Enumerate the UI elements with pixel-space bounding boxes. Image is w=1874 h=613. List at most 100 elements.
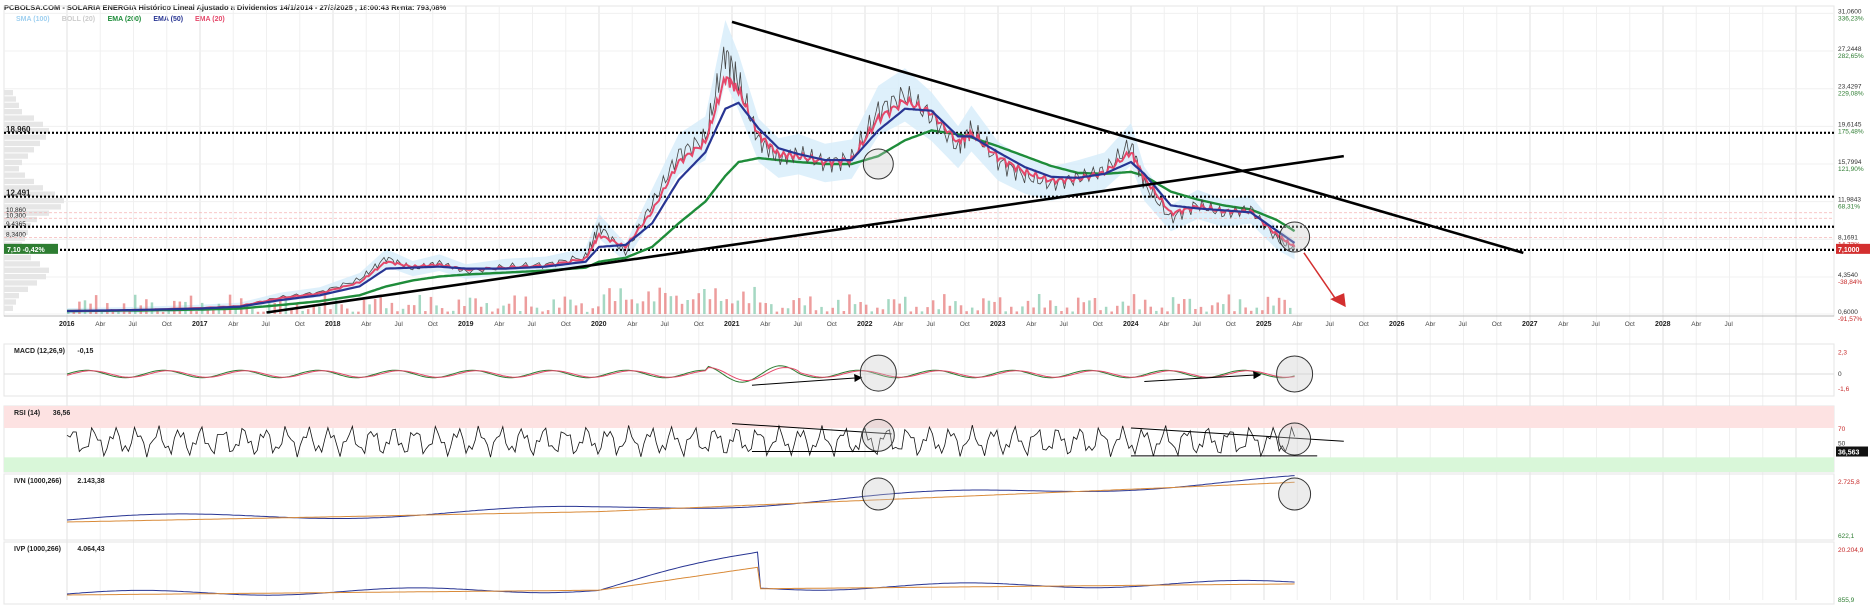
- volume-bar: [206, 310, 209, 314]
- volume-bar: [1110, 311, 1113, 314]
- volume-profile: [4, 90, 64, 311]
- chart-title: PCBOLSA.COM - SOLARIA ENERGIA Histórico …: [4, 3, 447, 12]
- volume-bar: [1149, 306, 1153, 314]
- ema20-line: [66, 75, 1296, 313]
- volume-bar: [401, 308, 405, 314]
- volume-bar: [468, 297, 472, 314]
- price-tick-label: 8,1691: [1838, 234, 1858, 241]
- volume-bar: [954, 301, 957, 314]
- month-label: Abr: [228, 321, 239, 328]
- volume-bar: [764, 303, 767, 314]
- volume-bar: [775, 311, 779, 314]
- volume-bar: [306, 309, 310, 314]
- volume-bar: [228, 294, 232, 314]
- volume-bar: [602, 294, 606, 314]
- volume-bar: [719, 300, 723, 314]
- volume-bar: [496, 308, 500, 314]
- ivp-tick-label: 855,9: [1838, 597, 1855, 604]
- volume-bar: [479, 306, 483, 314]
- volume-bar: [669, 296, 673, 314]
- volume-bar: [558, 307, 561, 314]
- volume-bar: [965, 311, 968, 314]
- highlight-circle: [1278, 477, 1312, 511]
- stock-chart[interactable]: PCBOLSA.COM - SOLARIA ENERGIA Histórico …: [0, 0, 1874, 608]
- highlight-circle: [861, 418, 895, 452]
- volume-bar: [552, 299, 555, 314]
- volume-bar: [887, 299, 890, 314]
- pct-tick-label: -91,57%: [1838, 316, 1862, 323]
- volume-bar: [809, 296, 812, 314]
- volume-bar: [697, 293, 701, 314]
- ivp-signal: [67, 566, 1295, 596]
- volume-bar: [1093, 297, 1097, 314]
- volume-bar: [881, 309, 885, 314]
- volume-bar: [1015, 311, 1019, 314]
- volume-bar: [608, 288, 611, 314]
- month-label: Jul: [1326, 321, 1335, 328]
- volume-bar: [970, 307, 974, 314]
- volume-bar: [1182, 299, 1186, 314]
- volume-bar: [758, 302, 762, 314]
- volume-bar: [742, 291, 745, 314]
- profile-bar: [4, 134, 46, 140]
- volume-bar: [530, 306, 533, 314]
- year-label: 2020: [591, 321, 607, 328]
- volume-bar: [251, 309, 254, 314]
- volume-bar: [145, 299, 148, 314]
- ivn-tick-label: 622,1: [1838, 533, 1855, 540]
- pct-tick-label: 336,23%: [1838, 15, 1864, 22]
- volume-bar: [1082, 302, 1086, 314]
- month-label: Jul: [395, 321, 404, 328]
- volume-bar: [636, 303, 639, 314]
- left-level-label: 18,960: [6, 125, 31, 134]
- volume-bar: [1049, 300, 1052, 314]
- left-level-label: 9,4365: [6, 221, 26, 228]
- profile-bar: [4, 273, 46, 280]
- volume-bar: [301, 310, 304, 314]
- pct-tick-label: 68,31%: [1838, 204, 1860, 211]
- volume-bar: [1222, 304, 1225, 314]
- month-label: Abr: [627, 321, 638, 328]
- month-label: Abr: [95, 321, 106, 328]
- volume-bar: [898, 303, 901, 314]
- volume-bar: [1261, 310, 1264, 314]
- volume-bar: [731, 303, 734, 314]
- volume-bar: [122, 303, 126, 314]
- volume-bar: [870, 311, 874, 314]
- ivn-line: [66, 475, 1295, 521]
- volume-bar: [563, 296, 567, 314]
- ivp-line: [66, 551, 1295, 596]
- volume-bar: [987, 300, 991, 314]
- highlight-circle: [1276, 355, 1314, 393]
- profile-bar: [4, 286, 28, 292]
- pct-tick-label: 229,08%: [1838, 91, 1864, 98]
- volume-bar: [931, 300, 935, 314]
- volume-bar: [67, 312, 70, 314]
- volume-bar: [1194, 308, 1197, 314]
- macd-tick-label: 2,3: [1838, 350, 1847, 357]
- price-tick-label: 15,7994: [1838, 159, 1862, 166]
- price-tick-label: 31,0600: [1838, 8, 1862, 15]
- indicator-legend: SMA (100) BOLL (20) EMA (200) EMA (50) EMA (…: [16, 16, 225, 23]
- price-tick-label: 23,4297: [1838, 84, 1862, 91]
- month-label: Oct: [295, 321, 305, 328]
- volume-bar: [920, 311, 924, 314]
- left-level-label: 10,300: [6, 212, 26, 219]
- volume-bar: [373, 298, 377, 314]
- month-label: Oct: [1359, 321, 1369, 328]
- month-label: Oct: [1625, 321, 1635, 328]
- panel-value: -0,15: [77, 348, 93, 355]
- volume-bar: [686, 300, 689, 314]
- month-label: Abr: [494, 321, 505, 328]
- volume-bar: [831, 307, 834, 314]
- volume-bar: [876, 307, 879, 314]
- profile-bar: [4, 90, 13, 96]
- profile-bar: [4, 140, 40, 147]
- volume-bar: [641, 301, 645, 314]
- volume-bar: [993, 301, 996, 314]
- volume-bar: [345, 308, 349, 314]
- volume-bar: [792, 300, 795, 314]
- chart-root: PCBOLSA.COM - SOLARIA ENERGIA Histórico …: [0, 0, 1874, 608]
- rsi-oversold-zone: [4, 457, 1834, 472]
- volume-bar: [569, 299, 572, 314]
